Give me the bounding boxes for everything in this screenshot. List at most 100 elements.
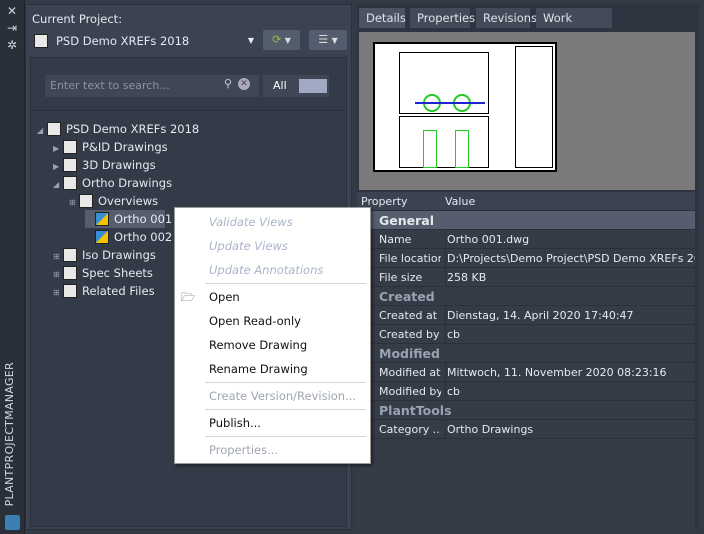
tree-item[interactable]: ⊞ Related Files [53,282,155,300]
category-label: General [379,213,434,228]
property-row[interactable]: Created at Dienstag, 14. April 2020 17:40… [357,306,695,325]
tree-toggle-icon[interactable]: ◢ [37,122,47,140]
category-row[interactable]: ◢Modified [357,344,695,363]
expand-icon[interactable]: ⊞ [53,284,63,302]
property-value: cb [445,325,695,344]
category-label: Modified [379,346,440,361]
property-value: Mittwoch, 11. November 2020 08:23:16 [445,363,695,382]
menu-item-properties[interactable]: Properties... [209,440,278,460]
menu-item-label: Publish... [209,416,261,430]
settings-icon[interactable]: ✲ [0,37,24,54]
property-row[interactable]: Modified by cb [357,382,695,401]
property-value: 258 KB [445,268,695,287]
auto-hide-icon[interactable]: ⇥ [0,20,24,37]
chevron-down-icon: ▼ [284,36,291,45]
menu-item-validate-views[interactable]: Validate Views [209,212,293,232]
menu-item-label: Remove Drawing [209,338,308,352]
context-menu: Validate Views Update Views Update Annotat… [174,207,371,464]
drawing-folder-icon [63,176,77,190]
tree-item-label: Ortho 002 [114,230,173,244]
tree-item[interactable]: ◢ PSD Demo XREFs 2018 [37,120,199,138]
tree-item[interactable]: ⊞ Spec Sheets [53,264,153,282]
property-value: Ortho 001.dwg [445,230,695,249]
tab-details[interactable]: Details [359,8,406,28]
property-value: D:\Projects\Demo Project\PSD Demo XREFs … [445,249,695,268]
tree-item-label: Related Files [82,284,155,298]
menu-item-publish[interactable]: Publish... [209,413,261,433]
menu-item-create-version-revision[interactable]: Create Version/Revision... [209,386,356,406]
menu-item-label: Properties... [209,443,279,457]
property-name: Modified at [379,366,441,379]
tree-item[interactable]: Ortho 002 [85,228,172,246]
grid-header: Property Value [357,192,695,211]
menu-separator [205,409,366,410]
divider [31,110,346,111]
property-row[interactable]: Category ... Ortho Drawings [357,420,695,439]
clear-search-icon[interactable]: ✕ [238,78,250,90]
menu-item-label: Validate Views [209,215,293,229]
menu-item-update-annotations[interactable]: Update Annotations [209,260,323,280]
property-value: Dienstag, 14. April 2020 17:40:47 [445,306,695,325]
tree-item-label: Overviews [98,194,159,208]
tree-toggle-icon[interactable]: ◢ [53,176,63,194]
menu-item-label: Open Read-only [209,314,301,328]
category-row[interactable]: ◢PlantTools [357,401,695,420]
palette-title: PLANTPROJECTMANAGER [3,361,16,506]
property-row[interactable]: Name Ortho 001.dwg [357,230,695,249]
drawing-folder-icon [63,266,77,280]
folder-open-icon: 🗁 [181,290,196,304]
tree-item[interactable]: ▶ P&ID Drawings [53,138,168,156]
drawing-folder-icon [63,158,77,172]
menu-item-open-read-only[interactable]: Open Read-only [209,311,301,331]
tab-revisions[interactable]: Revisions [476,8,537,28]
tab-properties[interactable]: Properties [410,8,475,28]
tree-item-label: Spec Sheets [82,266,153,280]
menu-separator [205,382,366,383]
property-row[interactable]: File size 258 KB [357,268,695,287]
tree-item[interactable]: ▶ 3D Drawings [53,156,156,174]
property-grid: Property Value ◢General Name Ortho 001.dwg… [357,192,695,530]
chevron-down-icon: ▼ [247,36,254,45]
property-name: File size [379,271,423,284]
tree-item-label: Ortho 001 [114,212,173,226]
drawing-icon [95,230,109,244]
tab-work-history[interactable]: Work History [536,8,612,45]
property-row[interactable]: Modified at Mittwoch, 11. November 2020 0… [357,363,695,382]
menu-item-label: Create Version/Revision... [209,389,357,403]
tree-item-label: 3D Drawings [82,158,156,172]
tree-item[interactable]: ⊞ Iso Drawings [53,246,156,264]
menu-item-open[interactable]: 🗁 Open [181,287,240,307]
property-row[interactable]: Created by cb [357,325,695,344]
property-name: Category ... [379,423,441,436]
menu-item-rename-drawing[interactable]: Rename Drawing [209,359,308,379]
property-name: Name [379,233,412,246]
refresh-icon: ⟳ [272,33,282,46]
tree-item-label: P&ID Drawings [82,140,168,154]
tree-item[interactable]: ◢ Ortho Drawings [53,174,172,192]
drawing-folder-icon [63,140,77,154]
tree-item[interactable]: ⊞ Overviews [69,192,158,210]
category-row[interactable]: ◢General [357,211,695,230]
menu-item-label: Update Annotations [209,263,324,277]
expand-icon[interactable]: ⊞ [69,194,79,212]
project-selector[interactable]: PSD Demo XREFs 2018 ▼ [30,30,260,52]
property-name: Created at [379,309,438,322]
menu-separator [205,436,366,437]
property-name: File location [379,252,441,265]
category-row[interactable]: ◢Created [357,287,695,306]
drawing-thumbnail [373,42,557,172]
filter-toggle[interactable]: All [263,75,329,97]
menu-button[interactable]: ☰ ▼ [309,30,347,50]
list-icon: ☰ [318,33,329,46]
filter-label: All [273,79,287,92]
close-icon[interactable]: ✕ [0,3,24,20]
menu-item-remove-drawing[interactable]: Remove Drawing [209,335,307,355]
tree-item-label: Ortho Drawings [82,176,173,190]
menu-item-update-views[interactable]: Update Views [209,236,288,256]
drawing-preview [359,32,695,190]
refresh-button[interactable]: ⟳ ▼ [263,30,300,50]
tree-item[interactable]: Ortho 001 [85,210,172,228]
column-header-value: Value [445,195,476,208]
property-row[interactable]: File location D:\Projects\Demo Project\PS… [357,249,695,268]
menu-separator [205,283,366,284]
